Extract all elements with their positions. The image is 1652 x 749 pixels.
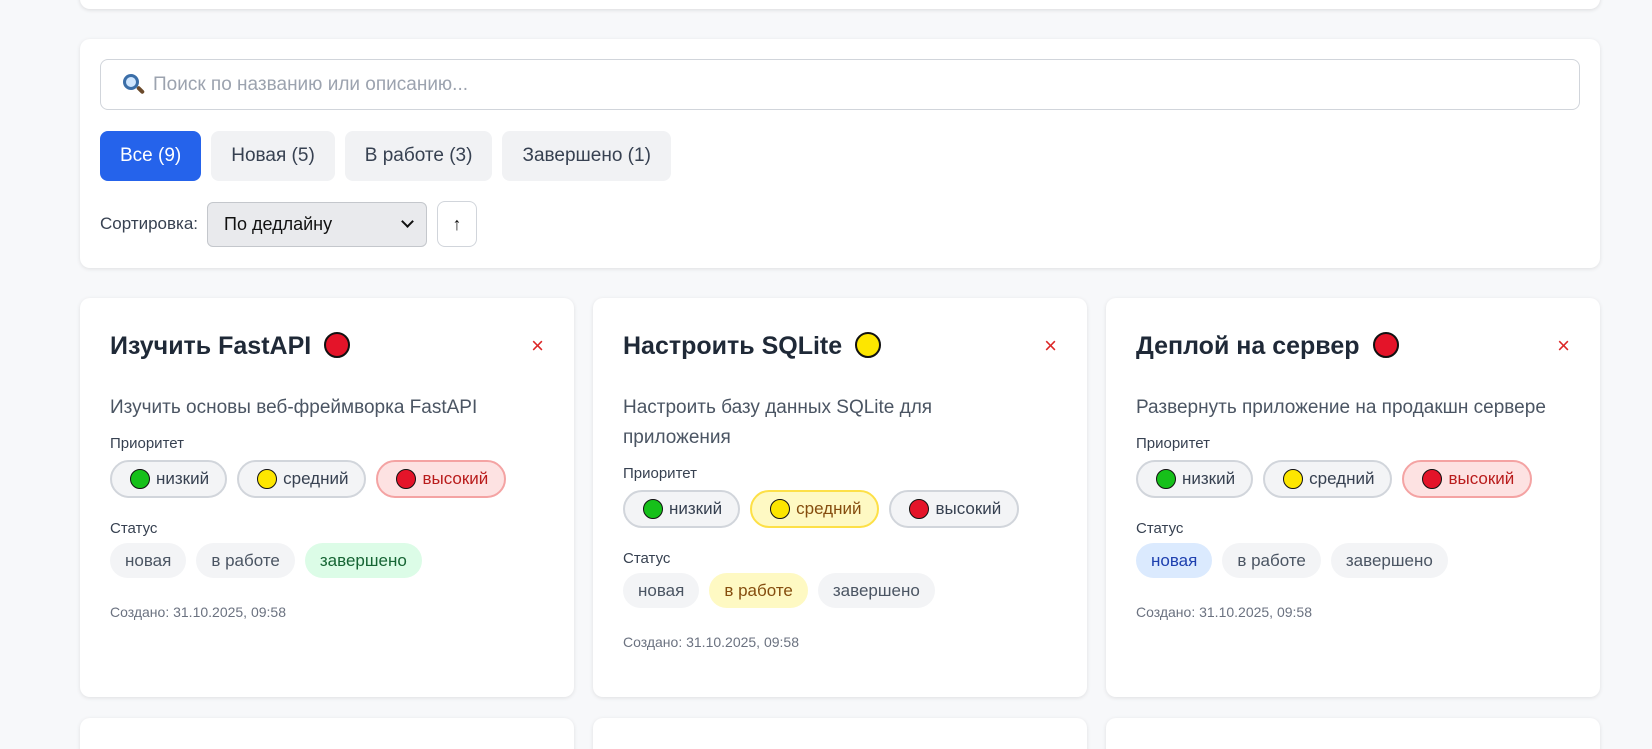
delete-task-button[interactable]: × — [1044, 334, 1057, 358]
priority-high-button[interactable]: высокий — [889, 490, 1020, 528]
priority-selector: низкий средний высокий — [623, 490, 1057, 528]
status-in-progress-button[interactable]: в работе — [1222, 543, 1321, 578]
priority-label: Приоритет — [623, 465, 697, 482]
search-box[interactable] — [100, 59, 1580, 110]
task-card-partial — [80, 718, 574, 749]
status-selector: новая в работе завершено — [623, 573, 1057, 608]
tab-all[interactable]: Все (9) — [100, 131, 202, 181]
priority-low-label: низкий — [1182, 469, 1236, 488]
chevron-down-icon — [401, 215, 414, 228]
priority-low-button[interactable]: низкий — [110, 460, 228, 498]
priority-medium-label: средний — [1309, 469, 1375, 488]
status-label: Статус — [623, 550, 671, 567]
priority-medium-button[interactable]: средний — [750, 490, 880, 528]
yellow-circle-icon — [770, 499, 791, 519]
status-filter-tabs: Все (9) Новая (5) В работе (3) Завершено… — [100, 131, 671, 181]
search-icon — [121, 73, 146, 97]
status-label: Статус — [1136, 520, 1184, 537]
green-circle-icon — [130, 469, 150, 489]
status-new-button[interactable]: новая — [1136, 543, 1213, 578]
status-done-button[interactable]: завершено — [304, 543, 422, 578]
priority-medium-button[interactable]: средний — [1263, 460, 1393, 498]
priority-label: Приоритет — [1136, 435, 1210, 452]
priority-label: Приоритет — [110, 435, 184, 452]
sort-direction-button[interactable]: ↑ — [437, 201, 478, 247]
task-card: Изучить FastAPI × Изучить основы веб-фре… — [80, 298, 574, 697]
status-label: Статус — [110, 520, 158, 537]
priority-high-label: высокий — [422, 469, 489, 488]
created-date: Создано: 31.10.2025, 09:58 — [623, 634, 799, 650]
priority-high-label: высокий — [1448, 469, 1515, 488]
status-selector: новая в работе завершено — [110, 543, 544, 578]
sort-row: Сортировка: По дедлайну ↑ — [100, 201, 478, 247]
priority-medium-label: средний — [283, 469, 349, 488]
sort-label: Сортировка: — [100, 214, 199, 233]
priority-red-circle-icon — [1372, 332, 1399, 358]
search-input[interactable] — [153, 73, 1553, 96]
priority-selector: низкий средний высокий — [1136, 460, 1570, 498]
priority-high-button[interactable]: высокий — [376, 460, 507, 498]
status-done-button[interactable]: завершено — [817, 573, 935, 608]
priority-medium-button[interactable]: средний — [237, 460, 367, 498]
delete-task-button[interactable]: × — [1557, 334, 1570, 358]
task-title: Настроить SQLite — [623, 331, 843, 360]
task-card-partial — [593, 718, 1087, 749]
red-circle-icon — [1422, 469, 1443, 489]
status-new-button[interactable]: новая — [623, 573, 700, 608]
created-date: Создано: 31.10.2025, 09:58 — [1136, 604, 1312, 620]
status-in-progress-button[interactable]: в работе — [196, 543, 295, 578]
green-circle-icon — [1156, 469, 1176, 489]
task-description: Настроить базу данных SQLite для приложе… — [623, 397, 933, 448]
tab-completed[interactable]: Завершено (1) — [502, 131, 671, 181]
priority-red-circle-icon — [324, 332, 351, 358]
filter-panel: Все (9) Новая (5) В работе (3) Завершено… — [80, 39, 1600, 268]
priority-low-button[interactable]: низкий — [623, 490, 741, 528]
task-title: Изучить FastAPI — [110, 331, 312, 360]
task-card-partial — [1106, 718, 1600, 749]
created-date: Создано: 31.10.2025, 09:58 — [110, 604, 286, 620]
sort-selected-value: По дедлайну — [224, 213, 333, 234]
priority-yellow-circle-icon — [855, 332, 882, 358]
priority-medium-label: средний — [796, 499, 862, 518]
top-panel — [80, 0, 1600, 9]
red-circle-icon — [396, 469, 417, 489]
priority-selector: низкий средний высокий — [110, 460, 544, 498]
task-description: Развернуть приложение на продакшн сервер… — [1136, 397, 1546, 418]
status-new-button[interactable]: новая — [110, 543, 187, 578]
green-circle-icon — [643, 499, 663, 519]
task-title: Деплой на сервер — [1136, 331, 1360, 360]
status-done-button[interactable]: завершено — [1330, 543, 1448, 578]
priority-high-button[interactable]: высокий — [1402, 460, 1533, 498]
tab-new[interactable]: Новая (5) — [211, 131, 335, 181]
priority-low-label: низкий — [669, 499, 723, 518]
priority-low-button[interactable]: низкий — [1136, 460, 1254, 498]
tab-in-progress[interactable]: В работе (3) — [344, 131, 493, 181]
yellow-circle-icon — [1283, 469, 1304, 489]
red-circle-icon — [909, 499, 930, 519]
task-card: Деплой на сервер × Развернуть приложение… — [1106, 298, 1600, 697]
sort-select[interactable]: По дедлайну — [207, 201, 428, 247]
task-card: Настроить SQLite × Настроить базу данных… — [593, 298, 1087, 697]
delete-task-button[interactable]: × — [531, 334, 544, 358]
status-in-progress-button[interactable]: в работе — [709, 573, 808, 608]
status-selector: новая в работе завершено — [1136, 543, 1570, 578]
yellow-circle-icon — [257, 469, 278, 489]
task-description: Изучить основы веб-фреймворка FastAPI — [110, 397, 478, 418]
priority-high-label: высокий — [935, 499, 1002, 518]
priority-low-label: низкий — [156, 469, 210, 488]
